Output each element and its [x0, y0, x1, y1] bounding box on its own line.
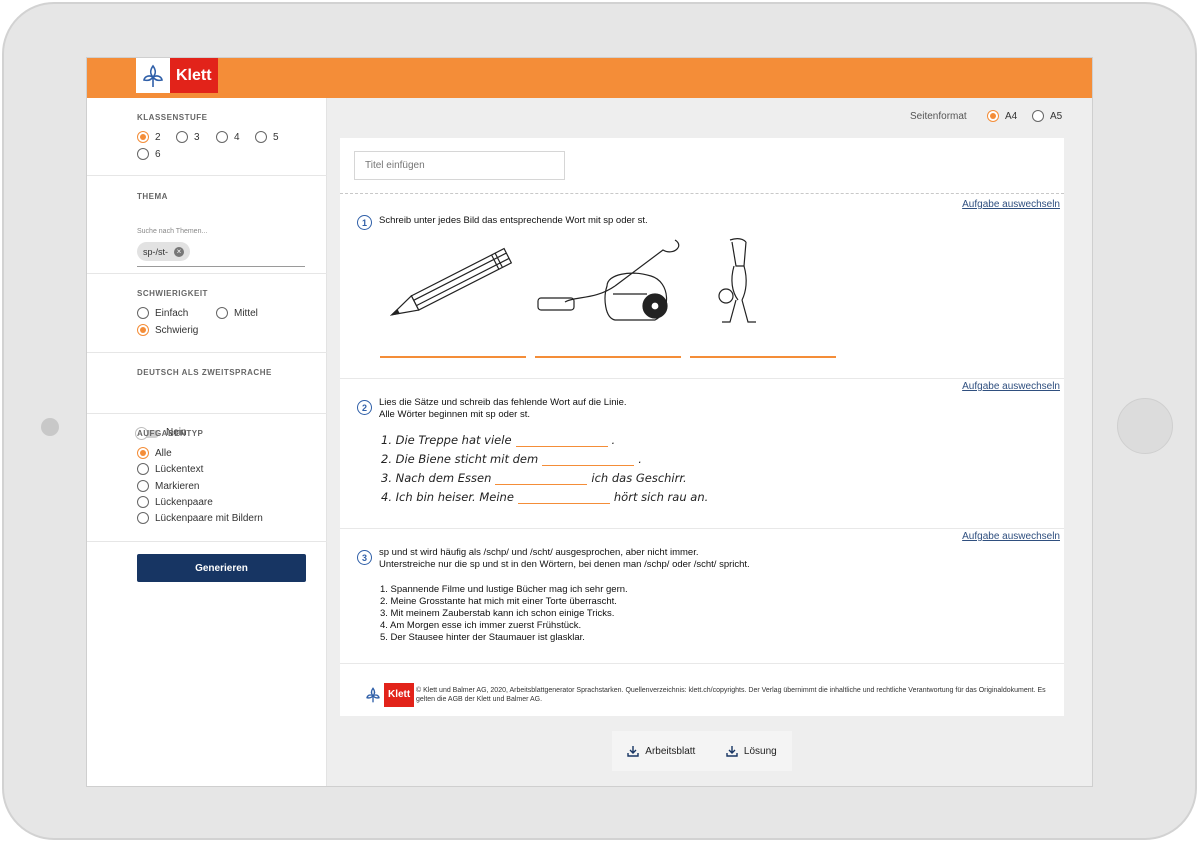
section-title: DEUTSCH ALS ZWEITSPRACHE — [137, 368, 272, 377]
radio-grade-6[interactable]: 6 — [137, 148, 161, 160]
radio-schwierig[interactable]: Schwierig — [137, 324, 198, 336]
swap-task-3-link[interactable]: Aufgabe auswechseln — [962, 531, 1060, 542]
radio-lueckentext[interactable]: Lückentext — [137, 463, 203, 475]
title-divider — [340, 193, 1064, 194]
sentence-3: 3. Nach dem Essen ich das Geschirr. — [381, 471, 687, 485]
task-3-text: sp und st wird häufig als /schp/ und /sc… — [379, 547, 750, 571]
answer-gap[interactable] — [542, 455, 635, 466]
download-worksheet-button[interactable]: Arbeitsblatt — [627, 745, 695, 757]
task-divider — [340, 528, 1064, 529]
answer-line[interactable] — [535, 356, 681, 358]
klett-flower-icon — [362, 683, 384, 707]
section-title: THEMA — [137, 192, 168, 201]
radio-grade-4[interactable]: 4 — [216, 131, 240, 143]
list-item: 3. Mit meinem Zauberstab kann ich schon … — [380, 608, 615, 619]
vacuum-cleaner-image — [537, 239, 680, 321]
section-daz: DEUTSCH ALS ZWEITSPRACHE — [87, 353, 327, 414]
section-title: AUFGABENTYP — [137, 429, 204, 438]
answer-gap[interactable] — [515, 436, 608, 447]
answer-gap[interactable] — [517, 493, 610, 504]
pencil-image — [389, 247, 513, 316]
radio-grade-5[interactable]: 5 — [255, 131, 279, 143]
klett-flower-icon — [136, 58, 170, 93]
task-2-heading: 2 Lies die Sätze und schreib das fehlend… — [357, 397, 627, 421]
download-solution-button[interactable]: Lösung — [726, 745, 777, 757]
camera-dot — [41, 418, 59, 436]
download-worksheet-label: Arbeitsblatt — [645, 745, 696, 757]
radio-alle[interactable]: Alle — [137, 447, 172, 459]
list-item: 1. Spannende Filme und lustige Bücher ma… — [380, 584, 628, 595]
worksheet-title-input[interactable] — [354, 151, 565, 180]
section-klassenstufe: KLASSENSTUFE 2 3 4 5 6 — [87, 98, 327, 176]
download-icon — [627, 746, 639, 757]
radio-markieren[interactable]: Markieren — [137, 480, 199, 492]
sentence-2: 2. Die Biene sticht mit dem. — [381, 452, 642, 466]
download-bar: Arbeitsblatt Lösung — [612, 731, 792, 771]
remove-chip-icon[interactable]: × — [174, 246, 185, 257]
page-format-label: Seitenformat — [910, 111, 967, 122]
task-1-heading: 1 Schreib unter jedes Bild das entsprech… — [357, 215, 648, 230]
footer-wordmark: Klett — [384, 683, 415, 707]
app-screen: Klett KLASSENSTUFE 2 3 4 5 6 THEMA Suche… — [86, 57, 1093, 787]
task-divider — [340, 378, 1064, 379]
top-bar: Klett — [87, 58, 1092, 98]
section-title: KLASSENSTUFE — [137, 113, 208, 122]
list-item: 4. Am Morgen esse ich immer zuerst Frühs… — [380, 620, 582, 631]
radio-grade-2[interactable]: 2 — [137, 131, 161, 143]
task-2-line-2: Alle Wörter beginnen mit sp oder st. — [379, 409, 531, 420]
answer-line[interactable] — [690, 356, 836, 358]
copyright-text: © Klett und Balmer AG, 2020, Arbeitsblat… — [416, 687, 1046, 703]
radio-lueckenpaare[interactable]: Lückenpaare — [137, 496, 213, 508]
section-aufgabentyp: AUFGABENTYP Alle Lückentext Markieren Lü… — [87, 414, 327, 542]
answer-line[interactable] — [380, 356, 526, 358]
task-3-list: 1. Spannende Filme und lustige Bücher ma… — [380, 584, 628, 644]
radio-format-a4[interactable]: A4 — [987, 110, 1017, 122]
radio-mittel[interactable]: Mittel — [216, 307, 258, 319]
radio-lueckenpaare-bilder[interactable]: Lückenpaare mit Bildern — [137, 512, 263, 524]
download-icon — [726, 746, 738, 757]
worksheet-preview: Aufgabe auswechseln 1 Schreib unter jede… — [340, 138, 1064, 716]
task-number-badge: 1 — [357, 215, 372, 230]
topic-chip[interactable]: sp-/st- × — [137, 242, 191, 261]
swap-task-1-link[interactable]: Aufgabe auswechseln — [962, 199, 1060, 210]
download-solution-label: Lösung — [743, 745, 777, 757]
settings-sidebar: KLASSENSTUFE 2 3 4 5 6 THEMA Suche nach … — [87, 98, 327, 786]
section-schwierigkeit: SCHWIERIGKEIT Einfach Mittel Schwierig — [87, 274, 327, 353]
section-title: SCHWIERIGKEIT — [137, 289, 208, 298]
chip-label: sp-/st- — [143, 246, 169, 257]
task-2-line-1: Lies die Sätze und schreib das fehlende … — [379, 397, 627, 408]
task-3-line-2: Unterstreiche nur die sp und st in den W… — [379, 559, 750, 570]
list-item: 5. Der Stausee hinter der Staumauer ist … — [380, 632, 585, 643]
sentence-1: 1. Die Treppe hat viele. — [381, 433, 616, 447]
klett-wordmark: Klett — [170, 58, 218, 93]
task-number-badge: 3 — [357, 550, 372, 565]
task-1-text: Schreib unter jedes Bild das entsprechen… — [379, 215, 648, 226]
list-item: 2. Meine Grosstante hat mich mit einer T… — [380, 596, 617, 607]
handstand-child-image — [718, 238, 756, 323]
sentence-4: 4. Ich bin heiser. Meine hört sich rau an… — [381, 490, 709, 504]
task-2-text: Lies die Sätze und schreib das fehlende … — [379, 397, 627, 421]
answer-gap[interactable] — [495, 474, 588, 485]
task-number-badge: 2 — [357, 400, 372, 415]
swap-task-2-link[interactable]: Aufgabe auswechseln — [962, 381, 1060, 392]
klett-logo[interactable]: Klett — [136, 58, 218, 93]
radio-format-a5[interactable]: A5 — [1032, 110, 1062, 122]
radio-einfach[interactable]: Einfach — [137, 307, 188, 319]
task-3-heading: 3 sp und st wird häufig als /schp/ und /… — [357, 547, 750, 571]
home-button[interactable] — [1117, 398, 1173, 454]
topic-search-input[interactable]: Suche nach Themen... — [137, 228, 207, 235]
section-thema: THEMA — [87, 176, 327, 274]
radio-grade-3[interactable]: 3 — [176, 131, 200, 143]
topic-input-underline — [137, 266, 305, 267]
generate-button[interactable]: Generieren — [137, 554, 306, 582]
footer-divider — [340, 663, 1064, 664]
footer-logo: Klett — [362, 683, 415, 707]
task-3-line-1: sp und st wird häufig als /schp/ und /sc… — [379, 547, 699, 558]
